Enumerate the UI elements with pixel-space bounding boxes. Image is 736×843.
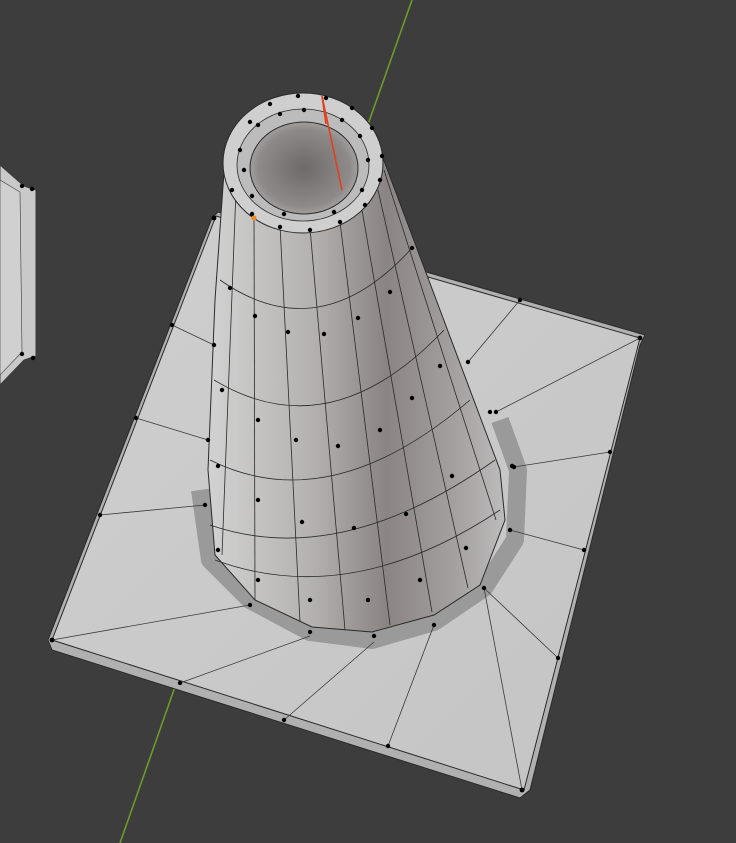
- cone-top-rim[interactable]: [222, 92, 384, 234]
- 3d-viewport[interactable]: [0, 0, 736, 843]
- octagon-mesh[interactable]: [0, 164, 37, 386]
- cone-body[interactable]: [207, 149, 506, 633]
- active-vertex[interactable]: [251, 215, 257, 221]
